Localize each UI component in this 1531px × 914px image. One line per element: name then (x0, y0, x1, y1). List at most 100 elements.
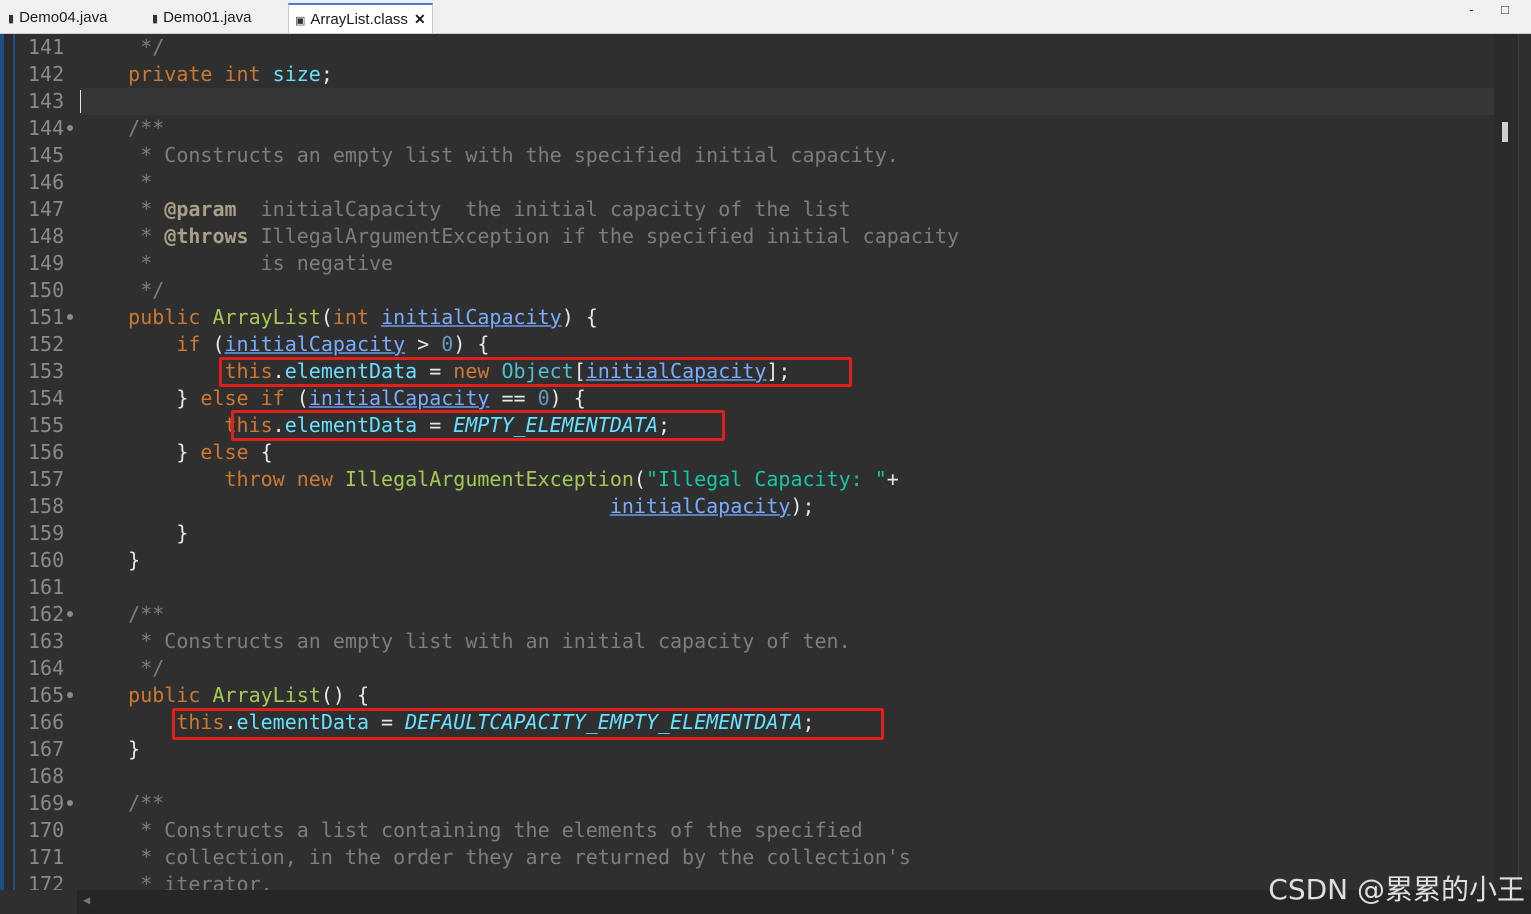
punctuation: } (176, 440, 201, 464)
tab-label: Demo04.java (19, 9, 108, 26)
string-literal: "Illegal Capacity: " (645, 467, 887, 491)
punctuation: () { (320, 683, 370, 707)
operator: + (886, 467, 899, 491)
punctuation: } (128, 548, 141, 572)
code-line-160: } (80, 547, 140, 574)
line-number: 157 (28, 467, 65, 491)
operator: == (489, 386, 538, 410)
overview-ruler[interactable] (1518, 34, 1531, 890)
code-line-157: throw new IllegalArgumentException("Ille… (80, 466, 899, 493)
comment: */ (128, 35, 165, 59)
code-line-149: * is negative (80, 250, 393, 277)
code-line-158: initialCapacity); (80, 493, 815, 520)
punctuation: } (128, 737, 141, 761)
comment: */ (128, 656, 165, 680)
line-number: 164 (28, 656, 65, 680)
watermark: CSDN @累累的小王 (1268, 873, 1525, 906)
comment: * collection, in the order they are retu… (128, 845, 911, 869)
line-number: 161 (28, 575, 65, 599)
scroll-left-icon[interactable]: ◀ (83, 893, 90, 907)
punctuation: ( (633, 467, 646, 491)
class-file-icon: ▣ (295, 15, 306, 27)
tab-demo04-java[interactable]: ▮ Demo04.java (2, 4, 113, 32)
code-line-144: /** (80, 115, 164, 142)
code-line-146: * (80, 169, 152, 196)
parameter: initialCapacity (224, 332, 406, 356)
line-number: 155 (28, 413, 65, 437)
comment: * is negative (128, 251, 394, 275)
line-number: 154 (28, 386, 65, 410)
line-number: 166 (28, 710, 65, 734)
editor-left-edge (0, 34, 15, 890)
code-line-142: private int size; (80, 61, 333, 88)
fold-marker-icon[interactable] (67, 611, 73, 617)
fold-marker-icon[interactable] (67, 125, 73, 131)
line-number: 152 (28, 332, 65, 356)
punctuation: ( (200, 332, 225, 356)
keyword: int (332, 305, 370, 329)
parameter: initialCapacity (381, 305, 562, 329)
number-literal: 0 (537, 386, 550, 410)
comment: /** (128, 116, 165, 140)
close-icon[interactable]: ✕ (414, 11, 426, 27)
vertical-scrollbar[interactable] (1494, 34, 1518, 890)
line-number: 145 (28, 143, 65, 167)
window-controls[interactable]: - □ (1469, 2, 1521, 17)
javadoc-tag: @param (164, 197, 237, 221)
constructor-name: ArrayList (212, 305, 321, 329)
code-line-141: */ (80, 34, 164, 61)
comment: * (128, 170, 153, 194)
fold-marker-icon[interactable] (67, 800, 73, 806)
line-number: 149 (28, 251, 65, 275)
punctuation: ); (790, 494, 815, 518)
punctuation: ) { (549, 386, 586, 410)
code-line-148: * @throws IllegalArgumentException if th… (80, 223, 959, 250)
line-number: 159 (28, 521, 65, 545)
code-line-156: } else { (80, 439, 272, 466)
vertical-scrollbar-thumb[interactable] (1502, 122, 1508, 142)
parameter: initialCapacity (308, 386, 490, 410)
line-number: 170 (28, 818, 65, 842)
tab-label: ArrayList.class (310, 11, 408, 28)
number-literal: 0 (441, 332, 454, 356)
line-number: 169 (28, 791, 65, 815)
code-line-172: * iterator. (80, 871, 272, 890)
keyword: if (176, 332, 201, 356)
comment: initialCapacity the initial capacity of … (236, 197, 851, 221)
editor-tab-bar: ▮ Demo04.java ▮ Demo01.java ▣ ArrayList.cla… (0, 0, 1531, 34)
java-file-icon: ▮ (152, 13, 159, 25)
code-line-152: if (initialCapacity > 0) { (80, 331, 489, 358)
punctuation: } (176, 521, 189, 545)
code-line-162: /** (80, 601, 164, 628)
fold-marker-icon[interactable] (67, 314, 73, 320)
parameter: initialCapacity (609, 494, 791, 518)
current-line-highlight (80, 88, 1494, 115)
code-editor[interactable]: 141 142 143 144 145 146 147 148 149 150 … (0, 34, 1531, 890)
code-line-169: /** (80, 790, 164, 817)
comment: * Constructs an empty list with the spec… (128, 143, 899, 167)
line-number: 141 (28, 35, 65, 59)
tab-arraylist-class[interactable]: ▣ ArrayList.class ✕ (288, 3, 433, 33)
punctuation: ) { (453, 332, 490, 356)
gutter-bottom (0, 890, 77, 914)
keyword: throw new (224, 467, 333, 491)
code-line-164: */ (80, 655, 164, 682)
line-number: 168 (28, 764, 65, 788)
fold-marker-icon[interactable] (67, 692, 73, 698)
code-line-165: public ArrayList() { (80, 682, 369, 709)
comment: * Constructs an empty list with an initi… (128, 629, 851, 653)
operator: > (405, 332, 442, 356)
line-number: 148 (28, 224, 65, 248)
comment: * (128, 224, 165, 248)
tab-demo01-java[interactable]: ▮ Demo01.java (146, 4, 257, 32)
comment: * Constructs a list containing the eleme… (128, 818, 863, 842)
punctuation: } (176, 386, 201, 410)
code-line-163: * Constructs an empty list with an initi… (80, 628, 851, 655)
line-number: 167 (28, 737, 65, 761)
line-number: 142 (28, 62, 65, 86)
text-caret (80, 90, 81, 113)
line-number: 158 (28, 494, 65, 518)
tab-label: Demo01.java (163, 9, 252, 26)
keyword: public (128, 683, 201, 707)
field-name: size (272, 62, 321, 86)
